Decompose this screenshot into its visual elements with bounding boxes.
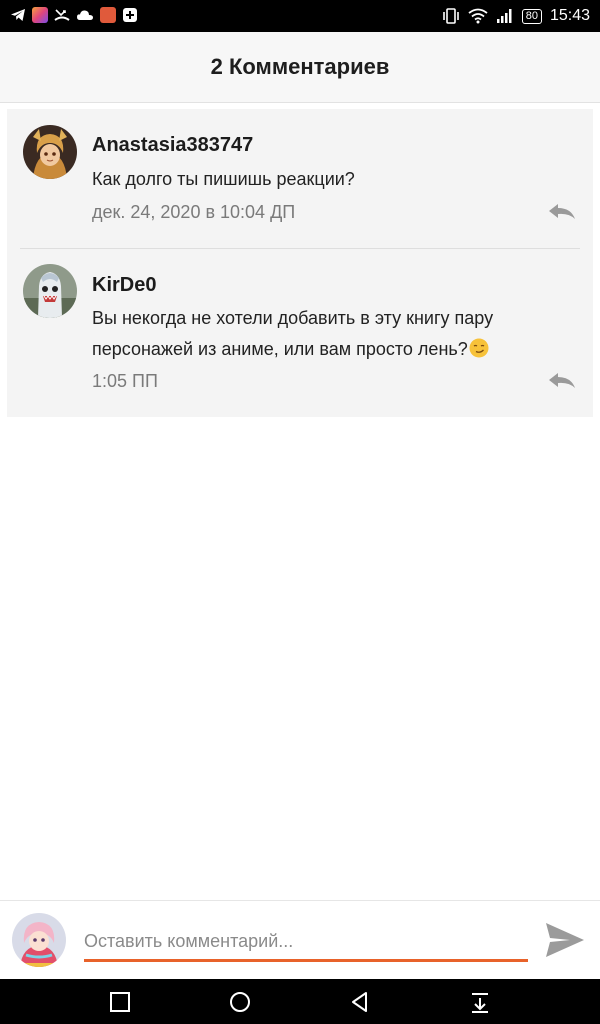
header: 2 Комментариев [0, 32, 600, 103]
comment-text: Вы некогда не хотели добавить в эту книг… [92, 303, 562, 365]
status-bar: 80 15:43 [0, 0, 600, 32]
comment-timestamp: 1:05 ПП [92, 371, 158, 391]
recent-apps-icon[interactable] [108, 990, 132, 1014]
app-notification-icon-2 [100, 7, 116, 23]
wifi-icon [468, 8, 488, 24]
reply-icon[interactable] [547, 372, 577, 390]
avatar[interactable] [23, 125, 77, 179]
comment-timestamp: дек. 24, 2020 в 10:04 ДП [92, 202, 296, 222]
missed-call-icon [54, 9, 70, 21]
comment-input-bar [0, 900, 600, 980]
comment-item: Anastasia383747 Как долго ты пишишь реак… [7, 109, 593, 248]
add-icon [123, 8, 137, 22]
comment-text: Как долго ты пишишь реакции? [92, 169, 355, 189]
user-avatar[interactable] [12, 913, 66, 967]
system-status: 80 15:43 [442, 0, 590, 32]
signal-icon [496, 9, 512, 23]
vibrate-icon [442, 8, 459, 24]
cloud-icon [77, 10, 93, 20]
back-icon[interactable] [348, 990, 372, 1014]
navigation-bar [0, 979, 600, 1024]
battery-level: 80 [521, 8, 542, 24]
clock: 15:43 [549, 7, 590, 24]
home-icon[interactable] [228, 990, 252, 1014]
comment-item: KirDe0 Вы некогда не хотели добавить в э… [7, 249, 593, 417]
notification-icons [10, 7, 138, 23]
telegram-icon [11, 9, 25, 21]
comment-author[interactable]: Anastasia383747 [92, 134, 253, 157]
comment-author[interactable]: KirDe0 [92, 274, 156, 297]
send-button[interactable] [544, 921, 586, 959]
app-notification-icon [32, 7, 48, 23]
comment-text-content: Вы некогда не хотели добавить в эту книг… [92, 308, 494, 359]
avatar[interactable] [23, 264, 77, 318]
notifications-pull-icon[interactable] [468, 990, 492, 1014]
page-title: 2 Комментариев [210, 54, 390, 79]
comment-list: Anastasia383747 Как долго ты пишишь реак… [7, 109, 593, 417]
comment-input[interactable] [84, 923, 528, 962]
smirk-emoji-icon [469, 338, 489, 358]
reply-icon[interactable] [547, 203, 577, 221]
